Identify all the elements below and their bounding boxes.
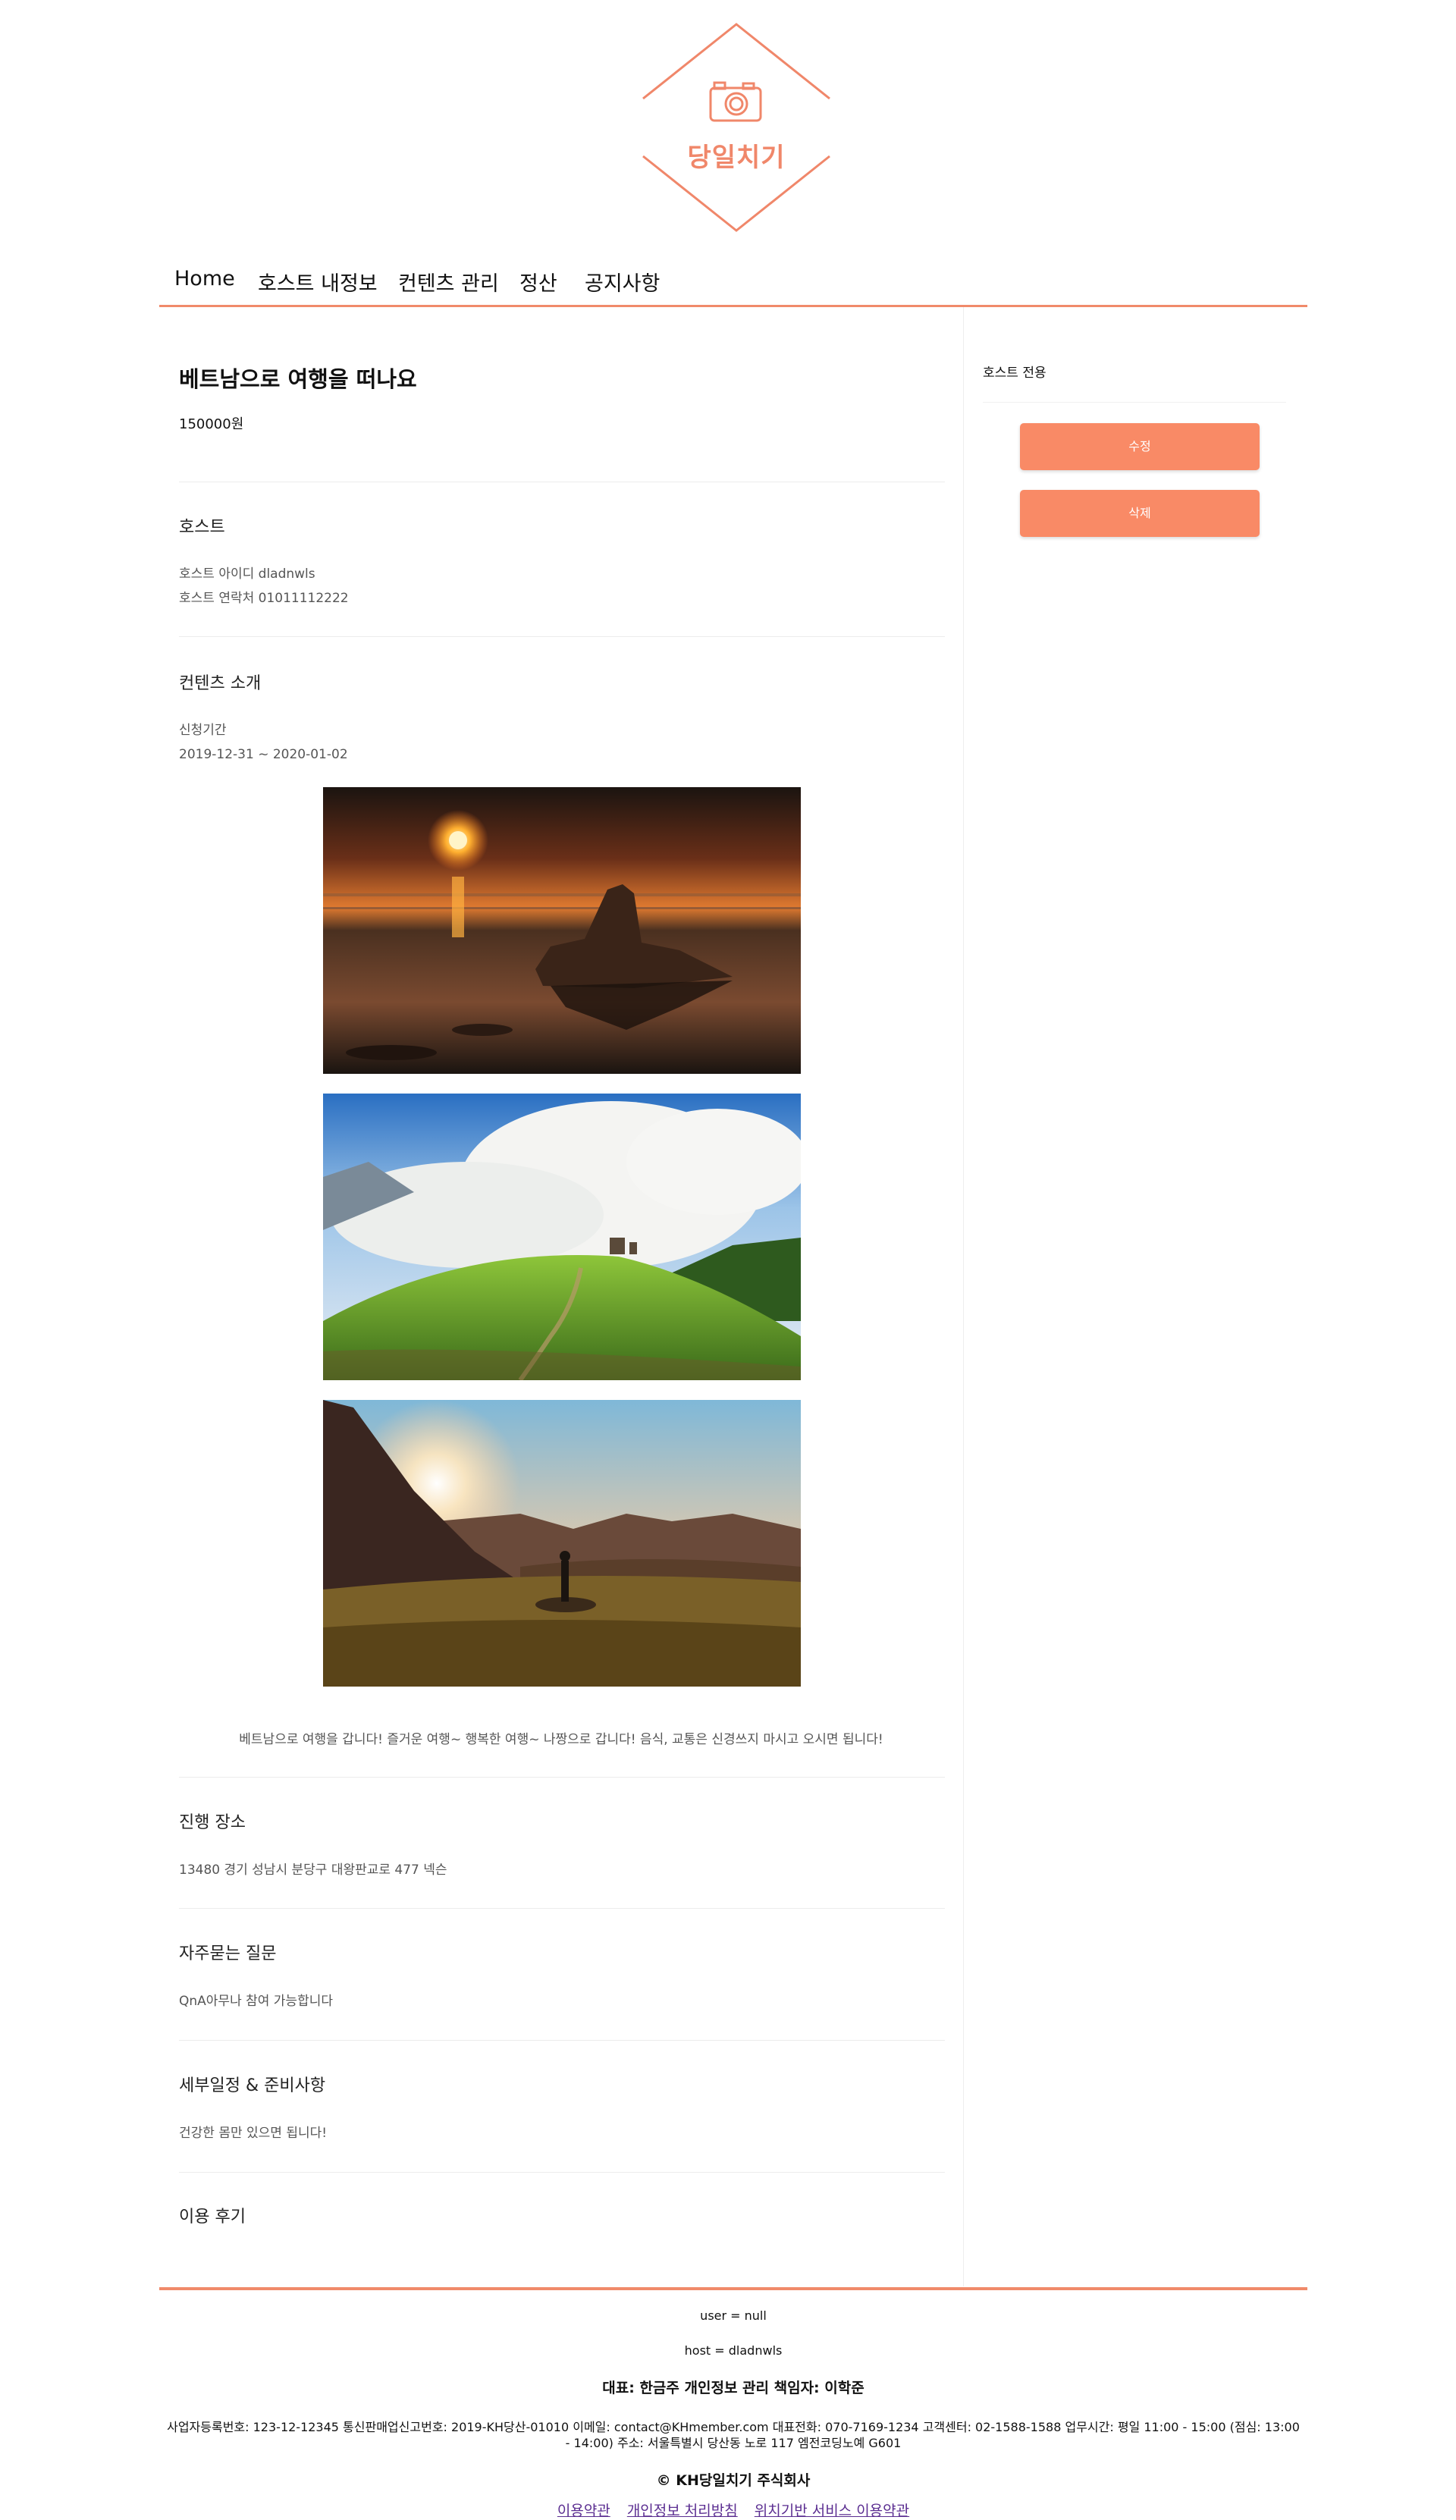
content-photo [323, 787, 801, 1074]
nav-item-settlement[interactable]: 정산 [519, 267, 557, 297]
footer-business-info: 사업자등록번호: 123-12-12345 통신판매업신고번호: 2019-KH… [167, 2420, 1300, 2450]
footer-user: user = null [700, 2308, 767, 2323]
privacy-policy-link[interactable]: 개인정보 처리방침 [627, 2503, 738, 2519]
footer-representative: 대표: 한금주 개인정보 관리 책임자: 이학준 [602, 2380, 864, 2396]
nav-item-notice[interactable]: 공지사항 [585, 267, 660, 297]
divider [179, 2172, 945, 2173]
content-price: 150000원 [179, 416, 244, 432]
main-nav: Home 호스트 내정보 컨텐츠 관리 정산 공지사항 [159, 262, 1307, 307]
nav-item-content-manage[interactable]: 컨텐츠 관리 [398, 267, 499, 297]
page: 당일치기 Home 호스트 내정보 컨텐츠 관리 정산 공지사항 베트남으로 여… [0, 0, 1456, 2520]
delete-button[interactable]: 삭제 [1020, 490, 1260, 537]
footer-links: 이용약관 개인정보 처리방침 위치기반 서비스 이용약관 [159, 2500, 1307, 2520]
schedule-heading: 세부일정 & 준비사항 [179, 2076, 326, 2095]
period-value: 2019-12-31 ~ 2020-01-02 [179, 747, 348, 762]
nav-item-home[interactable]: Home [174, 267, 235, 290]
footer-host: host = dladnwls [684, 2343, 783, 2358]
nav-item-host-profile[interactable]: 호스트 내정보 [258, 267, 378, 297]
logo-diamond-frame [642, 23, 830, 232]
divider [179, 636, 945, 637]
content-photo [323, 1094, 801, 1380]
content-photo [323, 1400, 801, 1687]
divider [179, 1777, 945, 1778]
divider [179, 1908, 945, 1909]
divider [179, 2040, 945, 2041]
review-heading: 이용 후기 [179, 2208, 246, 2227]
content-title: 베트남으로 여행을 떠나요 [179, 366, 417, 392]
location-terms-link[interactable]: 위치기반 서비스 이용약관 [755, 2503, 909, 2519]
logo-text: 당일치기 [687, 143, 786, 173]
host-sidebar: 호스트 전용 수정 삭제 [964, 307, 1307, 2286]
site-logo[interactable]: 당일치기 [642, 23, 831, 232]
host-contact: 호스트 연락처 01011112222 [179, 591, 349, 606]
faq-value: QnA아무나 참여 가능합니다 [179, 1994, 333, 2009]
host-id: 호스트 아이디 dladnwls [179, 566, 315, 582]
intro-heading: 컨텐츠 소개 [179, 674, 262, 693]
footer-copyright: © KH당일치기 주식회사 [656, 2472, 811, 2489]
schedule-value: 건강한 몸만 있으면 됩니다! [179, 2126, 328, 2141]
content-detail: 베트남으로 여행을 떠나요 150000원 호스트 호스트 아이디 dladnw… [159, 307, 964, 2286]
period-label: 신청기간 [179, 723, 227, 738]
camera-icon [709, 81, 762, 122]
footer: user = null host = dladnwls 대표: 한금주 개인정보… [159, 2287, 1307, 2520]
place-address: 13480 경기 성남시 분당구 대왕판교로 477 넥슨 [179, 1863, 447, 1878]
terms-link[interactable]: 이용약관 [557, 2503, 610, 2519]
edit-button[interactable]: 수정 [1020, 423, 1260, 470]
host-only-label: 호스트 전용 [983, 366, 1046, 381]
host-heading: 호스트 [179, 518, 225, 537]
place-heading: 진행 장소 [179, 1813, 246, 1832]
divider [983, 402, 1286, 403]
faq-heading: 자주묻는 질문 [179, 1944, 277, 1963]
content-description: 베트남으로 여행을 갑니다! 즐거운 여행~ 행복한 여행~ 나짱으로 갑니다!… [239, 1732, 883, 1747]
